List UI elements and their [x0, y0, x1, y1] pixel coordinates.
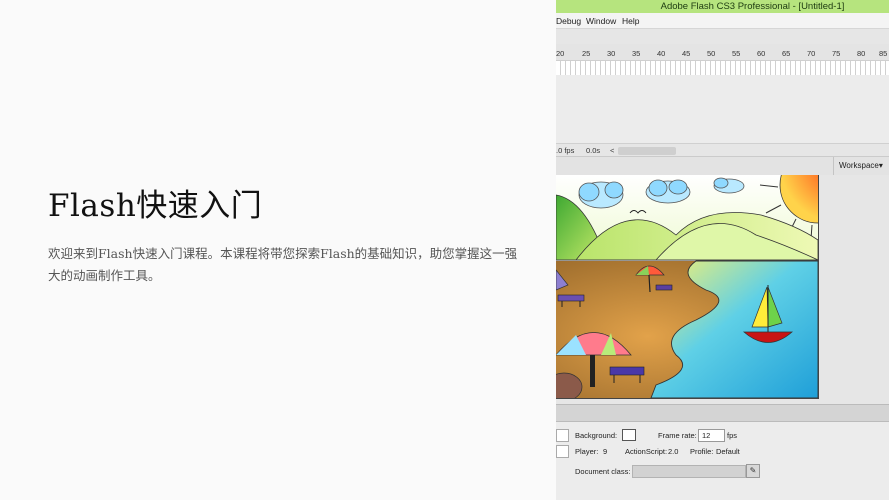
slide-description: 欢迎来到Flash快速入门课程。本课程将带您探索Flash的基础知识，助您掌握这…: [48, 246, 518, 283]
ruler-tick: 65: [782, 49, 791, 58]
timeline-layer-area[interactable]: [556, 75, 889, 143]
ruler-tick: 75: [832, 49, 841, 58]
frame-rate-input[interactable]: 12: [698, 429, 725, 442]
ruler-tick: 35: [632, 49, 641, 58]
menu-bar: Debug Window Help: [556, 13, 889, 29]
frame-rate-label: Frame rate:: [658, 431, 697, 440]
document-class-input[interactable]: [632, 465, 746, 478]
ruler-tick: 40: [657, 49, 666, 58]
player-label: Player:: [575, 447, 599, 456]
profile-label: Profile:: [690, 447, 714, 456]
scroll-left-arrow[interactable]: <: [610, 146, 614, 155]
window-title: Adobe Flash CS3 Professional - [Untitled…: [660, 1, 845, 12]
ruler-tick: 45: [682, 49, 691, 58]
ruler-tick: 70: [807, 49, 816, 58]
ruler-tick: 80: [857, 49, 866, 58]
background-label: Background:: [575, 431, 618, 440]
properties-panel-header[interactable]: [556, 404, 889, 422]
workspace-menu-button[interactable]: Workspace▾: [833, 157, 889, 175]
panel-toggle-box[interactable]: [556, 429, 569, 442]
ruler-tick: 55: [732, 49, 741, 58]
fps-unit-label: fps: [727, 431, 738, 440]
profile-value[interactable]: Default: [716, 447, 740, 456]
menu-item-debug[interactable]: Debug: [556, 16, 581, 26]
actionscript-label: ActionScript:: [625, 447, 668, 456]
timeline-scrollbar-thumb[interactable]: [618, 147, 676, 155]
fps-readout: .0 fps: [556, 146, 575, 155]
document-class-label: Document class:: [575, 467, 631, 476]
menu-item-help[interactable]: Help: [622, 16, 639, 26]
flash-app-screenshot: Adobe Flash CS3 Professional - [Untitled…: [556, 0, 889, 500]
panel-toggle-box[interactable]: [556, 445, 569, 458]
time-readout: 0.0s: [586, 146, 601, 155]
menu-item-window[interactable]: Window: [586, 16, 616, 26]
ruler-tick: 60: [757, 49, 766, 58]
slide-text-panel: Flash快速入门 欢迎来到Flash快速入门课程。本课程将带您探索Flash的…: [0, 0, 556, 500]
slide-title: Flash快速入门: [48, 188, 263, 224]
edit-bar: Workspace▾: [556, 156, 889, 176]
pencil-icon[interactable]: ✎: [746, 464, 760, 478]
ruler-tick: 50: [707, 49, 716, 58]
window-titlebar[interactable]: Adobe Flash CS3 Professional - [Untitled…: [556, 0, 889, 13]
frame-cells[interactable]: [556, 60, 889, 76]
ruler-tick: 25: [582, 49, 591, 58]
frame-ruler: 20 25 30 35 40 45 50 55 60 65 70 75 80 8…: [556, 44, 889, 60]
stage-canvas[interactable]: [556, 175, 819, 399]
stage-area: [556, 175, 889, 399]
player-value[interactable]: 9: [603, 447, 607, 456]
ruler-tick: 85: [879, 49, 888, 58]
beach-scene-illustration: [556, 175, 818, 398]
ruler-tick: 30: [607, 49, 616, 58]
timeline-panel: 20 25 30 35 40 45 50 55 60 65 70 75 80 8…: [556, 44, 889, 159]
background-color-swatch[interactable]: [622, 429, 636, 441]
ruler-tick: 20: [556, 49, 565, 58]
actionscript-value[interactable]: 2.0: [668, 447, 678, 456]
properties-panel: Background: Frame rate: 12 fps Player: 9…: [556, 422, 889, 500]
